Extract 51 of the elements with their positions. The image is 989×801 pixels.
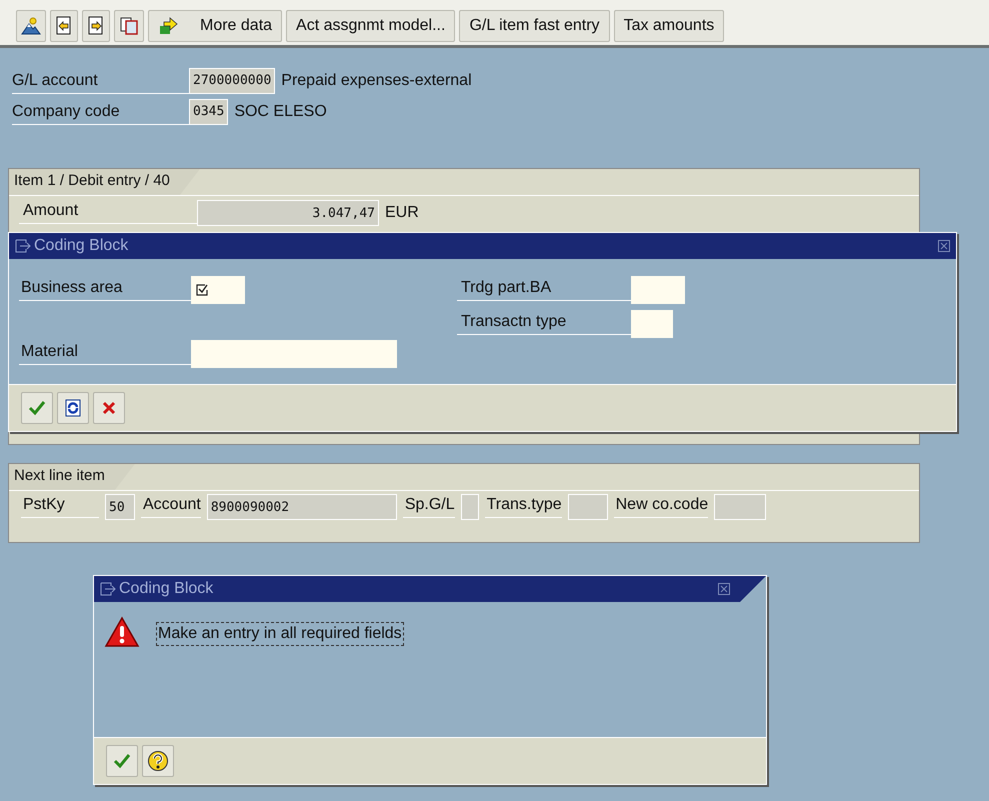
close-button[interactable] [718,583,730,595]
next-document-button[interactable] [82,10,110,42]
input-field[interactable] [568,494,608,520]
refresh-page-icon [64,399,82,417]
help-button[interactable] [142,745,174,777]
toolbar-button[interactable]: Tax amounts [614,10,724,42]
field-label: Sp.G/L [402,496,455,518]
field-description: Prepaid expenses-external [281,72,472,90]
amount-field: 3.047,47 [197,200,379,226]
close-icon [718,583,730,595]
field-value: 0345 [189,98,228,124]
toolbar-button[interactable]: Act assgnmt model... [286,10,456,42]
window-icon [15,239,31,253]
input-field[interactable] [631,276,685,304]
field-description: SOC ELESO [234,102,327,120]
refresh-button[interactable] [57,392,89,424]
input-field[interactable] [714,494,766,520]
cross-icon [101,400,117,416]
field-label: New co.code [614,496,708,518]
toolbar-button[interactable]: More data [148,10,282,42]
input-field[interactable]: 50 [105,494,135,520]
field-label: PstKy [21,496,99,518]
previous-document-button[interactable] [50,10,78,42]
confirm-button[interactable] [21,392,53,424]
close-icon [938,240,950,252]
input-field[interactable] [191,340,397,368]
message-text: Make an entry in all required fields [156,622,404,646]
currency-label: EUR [385,204,419,222]
confirm-button[interactable] [106,745,138,777]
mountain-sun-icon [21,16,41,36]
cancel-button[interactable] [93,392,125,424]
input-field[interactable] [460,494,479,520]
field-label: Trans.type [484,496,562,518]
copy-button[interactable] [114,10,144,42]
field-label: Account [141,496,201,518]
close-button[interactable] [938,240,950,252]
dialog-title: Coding Block [119,580,214,598]
window-icon [100,582,116,596]
input-field[interactable] [191,276,245,304]
check-icon [28,400,46,416]
dialog-title: Coding Block [34,237,128,255]
arrow-icon [158,16,180,36]
warning-icon [104,616,140,648]
display-icon-button[interactable] [16,10,46,42]
question-mark-icon [147,750,169,772]
field-value: 2700000000 [189,68,276,94]
toolbar-button[interactable]: G/L item fast entry [459,10,610,42]
two-pages-icon [119,16,139,36]
input-field[interactable]: 8900090002 [206,494,397,520]
check-icon [113,753,131,769]
input-field[interactable] [631,310,673,338]
